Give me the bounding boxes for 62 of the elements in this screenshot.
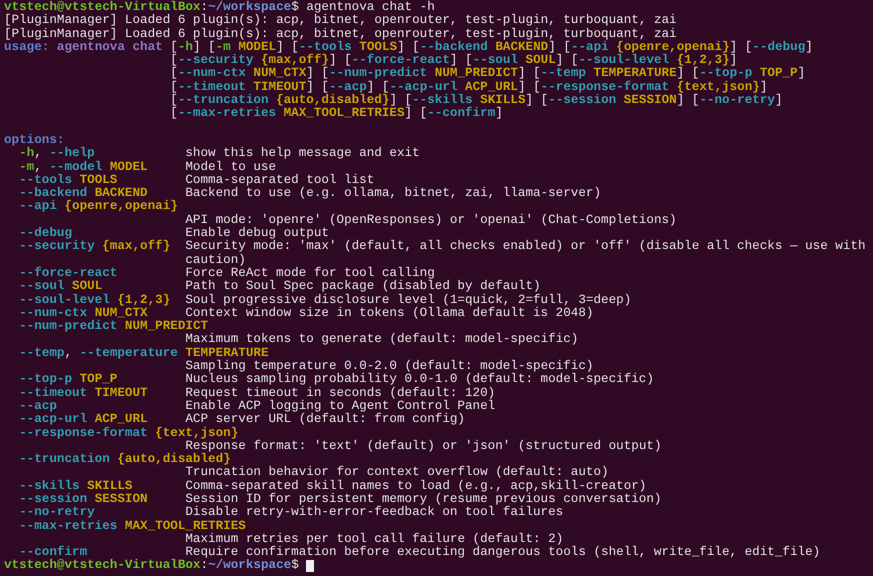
usage-line: [--timeout TIMEOUT] [--acp] [--acp-url ACP_URL] [--response-format {text,json}] <box>170 80 768 94</box>
option-flags: --top-p TOP_P <box>19 373 118 386</box>
option-flags: --truncation {auto,disabled} <box>19 453 231 466</box>
command-line: vtstech@vtstech-VirtualBox:~/workspace$ agentnova chat -h <box>4 1 435 14</box>
option-flags: -m, --model MODEL <box>19 160 148 174</box>
option-flags: --acp <box>19 400 57 413</box>
option-flags: --force-react <box>19 266 118 280</box>
option-description: Sampling temperature 0.0-2.0 (default: model-specific) <box>185 360 594 374</box>
option-description: ACP server URL (default: from config) <box>185 413 465 426</box>
option-description: Maximum retries per tool call failure (default: 2) <box>185 532 564 546</box>
option-description: Response format: 'text' (default) or 'json' (structured output) <box>185 440 662 453</box>
usage-line: [--security {max,off}] [--force-react] [--soul SOUL] [--soul-level {1,2,3}] <box>170 54 738 68</box>
option-description: Context window size in tokens (Ollama default is 2048) <box>185 306 594 320</box>
usage-label: usage: <box>4 40 50 54</box>
option-flags: --backend BACKEND <box>19 187 148 200</box>
option-description: Force ReAct mode for tool calling <box>185 266 435 280</box>
option-description: API mode: 'openre' (OpenResponses) or 'openai' (Chat-Completions) <box>185 214 677 227</box>
option-description: Require confirmation before executing dangerous tools (shell, write_file, edit_file) <box>185 546 820 560</box>
option-description: Path to Soul Spec package (disabled by default) <box>185 280 541 294</box>
option-description: Nucleus sampling probability 0.0-1.0 (default: model-specific) <box>185 373 654 386</box>
option-flags: --debug <box>19 227 72 240</box>
option-description: Comma-separated skill names to load (e.g., acp,skill-creator) <box>185 480 646 493</box>
option-description: Soul progressive disclosure level (1=quick, 2=full, 3=deep) <box>185 294 632 307</box>
option-flags: --temp, --temperature TEMPERATURE <box>19 346 269 360</box>
program-name: agentnova chat <box>56 40 163 54</box>
option-description: Security mode: 'max' (default, all checks enabled) or 'off' (disable all checks — use with <box>185 240 866 254</box>
options-heading: options: <box>4 134 64 147</box>
option-description: show this help message and exit <box>185 147 420 160</box>
option-flags: --soul-level {1,2,3} <box>19 294 170 307</box>
log-line: [PluginManager] Loaded 6 plugin(s): acp, bitnet, openrouter, test-plugin, turboquant, zai <box>4 14 677 28</box>
option-description: Backend to use (e.g. ollama, bitnet, zai, llama-server) <box>185 187 602 200</box>
option-description: Maximum tokens to generate (default: model-specific) <box>185 333 578 347</box>
log-line: [PluginManager] Loaded 6 plugin(s): acp, bitnet, openrouter, test-plugin, turboquant, zai <box>4 28 677 41</box>
option-description: Truncation behavior for context overflow (default: auto) <box>185 466 609 480</box>
option-flags: --skills SKILLS <box>19 480 132 493</box>
option-flags: --security {max,off} <box>19 240 170 254</box>
option-flags: --confirm <box>19 546 88 560</box>
option-description: Disable retry-with-error-feedback on tool failures <box>185 506 564 520</box>
option-flags: --acp-url ACP_URL <box>19 413 148 426</box>
usage-line: [-h] [-m MODEL] [--tools TOOLS] [--backend BACKEND] [--api {openre,openai}] [--debug] <box>170 40 813 54</box>
option-flags: --api {openre,openai} <box>19 200 178 214</box>
usage-line: [--truncation {auto,disabled}] [--skills SKILLS] [--session SESSION] [--no-retry] <box>170 94 783 108</box>
option-flags: --response-format {text,json} <box>19 426 238 440</box>
command-line: vtstech@vtstech-VirtualBox:~/workspace$ <box>4 559 299 573</box>
usage-line: [--num-ctx NUM_CTX] [--num-predict NUM_PREDICT] [--temp TEMPERATURE] [--top-p TOP_P] <box>170 67 806 80</box>
option-flags: --num-predict NUM_PREDICT <box>19 320 208 334</box>
option-description: Model to use <box>185 160 276 174</box>
option-flags: -h, --help <box>19 147 95 160</box>
option-description: Enable debug output <box>185 227 329 240</box>
option-description: Comma-separated tool list <box>185 174 374 187</box>
option-flags: --soul SOUL <box>19 280 102 294</box>
option-description: caution) <box>185 254 246 267</box>
option-flags: --no-retry <box>19 506 95 520</box>
option-description: Enable ACP logging to Agent Control Panel <box>185 400 496 413</box>
usage-line: [--max-retries MAX_TOOL_RETRIES] [--confirm] <box>170 107 503 121</box>
option-description: Request timeout in seconds (default: 120) <box>185 386 496 400</box>
option-flags: --timeout TIMEOUT <box>19 386 148 400</box>
option-description: Session ID for persistent memory (resume previous conversation) <box>185 492 662 506</box>
option-flags: --session SESSION <box>19 492 148 506</box>
option-flags: --max-retries MAX_TOOL_RETRIES <box>19 520 246 533</box>
option-flags: --tools TOOLS <box>19 174 118 187</box>
option-flags: --num-ctx NUM_CTX <box>19 306 148 320</box>
